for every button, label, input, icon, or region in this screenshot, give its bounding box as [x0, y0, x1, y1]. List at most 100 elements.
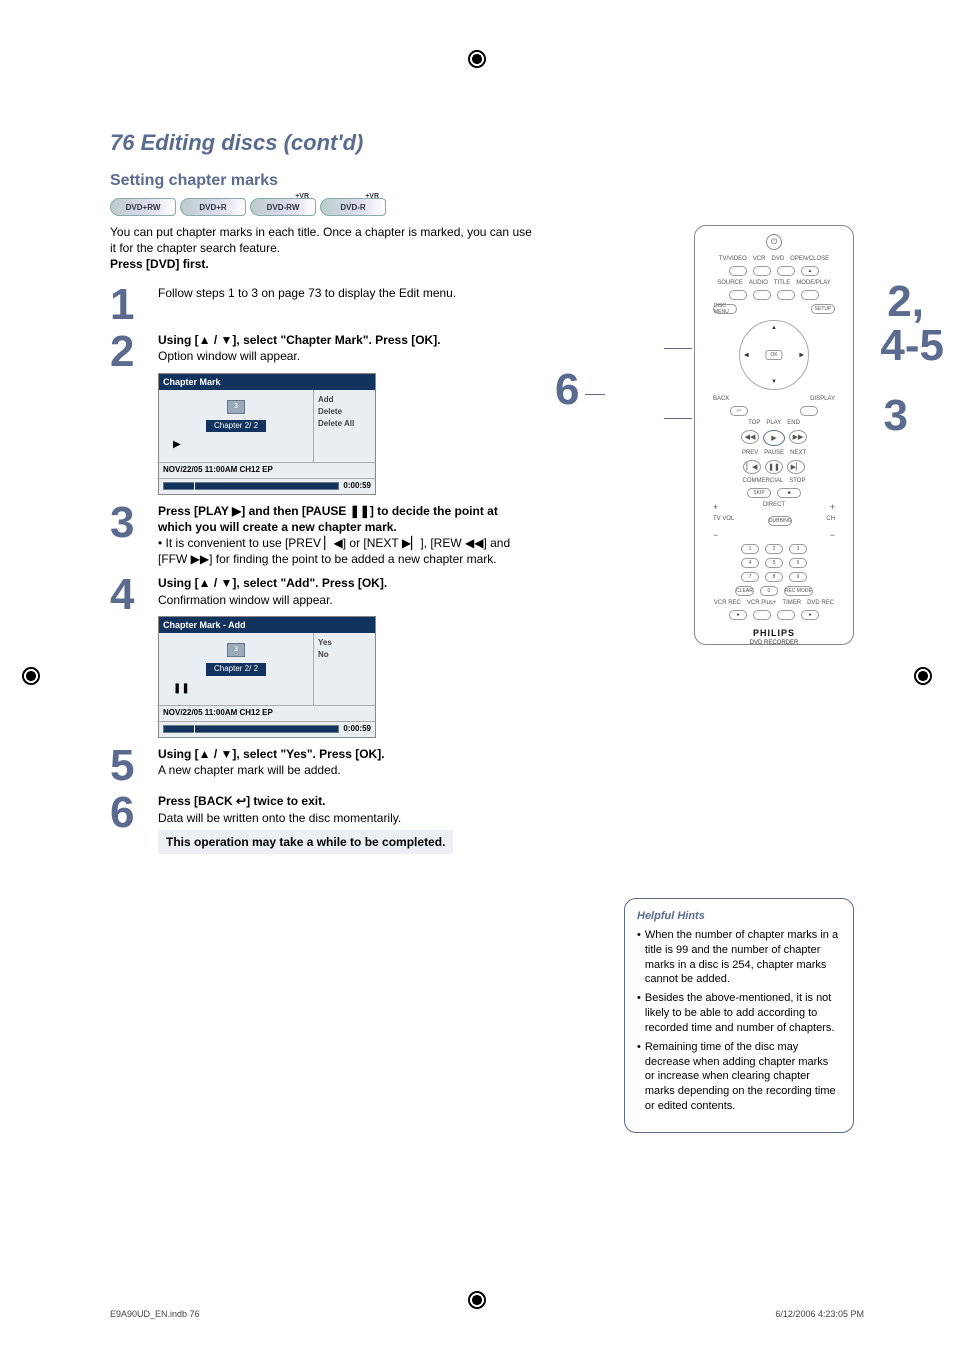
remote-label: STOP: [789, 478, 805, 484]
remote-label: MODE/PLAY: [796, 280, 831, 286]
remote-button: [777, 290, 795, 300]
remote-button: [753, 266, 771, 276]
num-7: 7: [741, 572, 759, 582]
step3-line1: Press [PLAY ▶] and then [PAUSE ❚❚] to de…: [158, 503, 530, 535]
step3-bullet: • It is convenient to use [PREV ▏◀] or […: [158, 535, 530, 567]
pause-icon: ❚❚: [173, 682, 190, 696]
remote-label: OPEN/CLOSE: [790, 256, 829, 262]
callout-2: 2,: [887, 282, 924, 322]
callout-line: [664, 418, 692, 419]
remote-label: PREV: [742, 450, 758, 456]
badge-dvd-plus-rw: DVD+RW: [110, 198, 176, 216]
num-4: 4: [741, 558, 759, 568]
callout-4-5: 4-5: [880, 326, 944, 366]
osd2-opt-yes: Yes: [318, 637, 371, 649]
clear-button: CLEAR: [735, 586, 754, 596]
minus-icon: −: [713, 530, 718, 540]
remote-label: SOURCE: [717, 280, 743, 286]
step-number-1: 1: [110, 285, 146, 325]
skip-button: SKIP: [747, 488, 771, 498]
crop-mark-icon: [914, 667, 932, 685]
step4-line2: Confirmation window will appear.: [158, 592, 387, 608]
ok-button: OK: [765, 350, 782, 360]
vcr-rec-button: ●: [729, 610, 747, 620]
section-title: Setting chapter marks: [110, 172, 864, 190]
dubbing-button: DUBBING: [768, 516, 792, 526]
back-button: ↩: [730, 406, 748, 416]
remote-button: [729, 290, 747, 300]
next-button: ▶▏: [787, 460, 805, 474]
osd2-info: NOV/22/05 11:00AM CH12 EP: [159, 705, 375, 721]
num-3: 3: [789, 544, 807, 554]
down-arrow-icon: ▼: [771, 379, 777, 385]
prev-button: ▏◀: [743, 460, 761, 474]
vr-label: +VR: [295, 193, 309, 200]
disc-type-badges: DVD+RW DVD+R +VRDVD-RW +VRDVD-R: [110, 198, 864, 216]
callout-line: [585, 394, 605, 395]
callout-line: [664, 348, 692, 349]
osd1-thumbnail: 3: [227, 400, 245, 414]
remote-label: VCR REC: [714, 600, 741, 606]
remote-label: COMMERCIAL: [743, 478, 784, 484]
badge-dvd-minus-rw: +VRDVD-RW: [250, 198, 316, 216]
dotted-divider: . . . . . . . . . . . . . . . . . . . . …: [110, 158, 864, 166]
remote-label: TOP: [748, 420, 760, 426]
step2-line1: Using [▲ / ▼], select "Chapter Mark". Pr…: [158, 332, 441, 348]
crop-mark-icon: [22, 667, 40, 685]
left-arrow-icon: ◀: [744, 352, 749, 359]
num-0: 0: [760, 586, 778, 596]
crop-mark-icon: [468, 50, 486, 68]
step5-line1: Using [▲ / ▼], select "Yes". Press [OK].: [158, 746, 385, 762]
rew-button: ◀◀: [741, 430, 759, 444]
play-icon: ▶: [173, 438, 181, 452]
intro-text: You can put chapter marks in each title.…: [110, 224, 540, 256]
osd2-progress-bar: [163, 725, 339, 733]
num-9: 9: [789, 572, 807, 582]
step4-line1: Using [▲ / ▼], select "Add". Press [OK].: [158, 575, 387, 591]
remote-label: TIMER: [782, 600, 801, 606]
callout-6: 6: [555, 370, 579, 410]
pause-button: ❚❚: [765, 460, 783, 474]
hint-item: When the number of chapter marks in a ti…: [645, 928, 841, 987]
step1-text: Follow steps 1 to 3 on page 73 to displa…: [158, 285, 456, 301]
step-number-2: 2: [110, 332, 146, 494]
step-number-6: 6: [110, 793, 146, 854]
remote-label: PAUSE: [764, 450, 784, 456]
osd2-time: 0:00:59: [343, 724, 371, 735]
num-1: 1: [741, 544, 759, 554]
step6-line1: Press [BACK ↩] twice to exit.: [158, 793, 453, 809]
osd-add-confirm: Chapter Mark - Add 3 Chapter 2/ 2 ❚❚ Yes…: [158, 616, 376, 738]
remote-label: TV/VIDEO: [719, 256, 747, 262]
up-arrow-icon: ▲: [771, 325, 777, 331]
brand-subtitle: DVD RECORDER: [750, 640, 799, 646]
crop-mark-icon: [468, 1291, 486, 1309]
plus-icon: +: [830, 502, 835, 512]
osd2-opt-no: No: [318, 649, 371, 661]
remote-button: [729, 266, 747, 276]
osd1-chapter: Chapter 2/ 2: [206, 420, 266, 433]
display-button: [800, 406, 818, 416]
callout-3: 3: [884, 396, 908, 436]
num-5: 5: [765, 558, 783, 568]
remote-label: END: [787, 420, 800, 426]
osd2-header: Chapter Mark - Add: [159, 617, 375, 633]
remote-label: TV VOL: [713, 516, 734, 526]
hints-title: Helpful Hints: [637, 909, 841, 924]
osd1-opt-delete: Delete: [318, 406, 371, 418]
step2-line2: Option window will appear.: [158, 348, 441, 364]
badge-dvd-minus-r: +VRDVD-R: [320, 198, 386, 216]
remote-label: VCR Plus+: [747, 600, 777, 606]
osd1-opt-add: Add: [318, 394, 371, 406]
step5-line2: A new chapter mark will be added.: [158, 762, 385, 778]
num-6: 6: [789, 558, 807, 568]
remote-label: DVD REC: [807, 600, 834, 606]
osd1-progress-bar: [163, 482, 339, 490]
vcrplus-button: [753, 610, 771, 620]
remote-button: [777, 266, 795, 276]
disc-menu-button: DISC MENU: [713, 304, 737, 314]
badge-label: DVD-RW: [267, 203, 300, 212]
step6-line2: Data will be written onto the disc momen…: [158, 810, 453, 826]
num-8: 8: [765, 572, 783, 582]
stop-button: ■: [777, 488, 801, 498]
osd1-header: Chapter Mark: [159, 374, 375, 390]
